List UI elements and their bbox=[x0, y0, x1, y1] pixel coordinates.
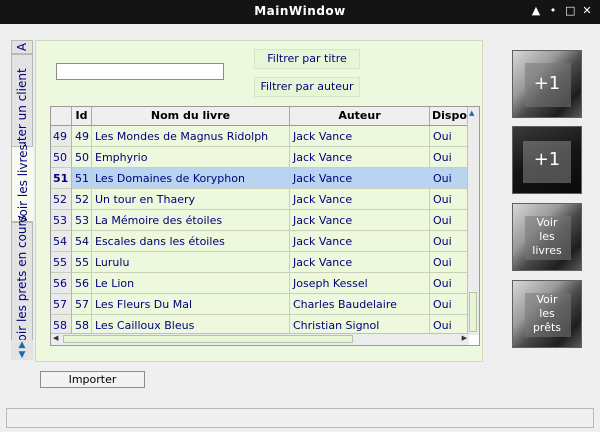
add-book-label: +1 bbox=[533, 73, 561, 94]
row-number[interactable]: 53 bbox=[51, 210, 72, 231]
books-table: Id Nom du livre Auteur Dispon 4949Les Mo… bbox=[50, 106, 480, 346]
tab-scroll-up-icon[interactable]: ▲ bbox=[11, 340, 33, 350]
cell-author[interactable]: Jack Vance bbox=[290, 126, 430, 147]
tab-view-books-label: Voir les livres bbox=[15, 144, 30, 224]
cell-id[interactable]: 57 bbox=[72, 294, 92, 315]
cell-availability[interactable]: Oui bbox=[430, 210, 469, 231]
cell-id[interactable]: 54 bbox=[72, 231, 92, 252]
cell-author[interactable]: Jack Vance bbox=[290, 147, 430, 168]
vertical-scrollbar[interactable]: ▲ bbox=[467, 107, 479, 335]
tab-partial-label: A bbox=[15, 42, 29, 52]
import-button[interactable]: Importer bbox=[40, 371, 145, 388]
row-number[interactable]: 56 bbox=[51, 273, 72, 294]
filter-by-title-button[interactable]: Filtrer par titre bbox=[254, 49, 360, 69]
tab-partial[interactable]: A bbox=[11, 40, 33, 54]
cell-author[interactable]: Charles Baudelaire bbox=[290, 294, 430, 315]
view-books-button[interactable]: Voir les livres bbox=[512, 203, 582, 271]
maximize-icon[interactable]: □ bbox=[565, 4, 575, 18]
books-panel: Filtrer par titre Filtrer par auteur Id … bbox=[35, 40, 483, 362]
cell-title[interactable]: Emphyrio bbox=[92, 147, 290, 168]
column-header-author[interactable]: Auteur bbox=[290, 107, 430, 125]
add-client-button[interactable]: +1 bbox=[512, 126, 582, 194]
cell-title[interactable]: Un tour en Thaery bbox=[92, 189, 290, 210]
horizontal-scrollbar[interactable]: ◀ ▶ bbox=[51, 333, 469, 345]
cell-author[interactable]: Jack Vance bbox=[290, 252, 430, 273]
table-row[interactable]: 51 51 Les Domaines de Koryphon Jack Vance Ou… bbox=[51, 168, 469, 189]
cell-title[interactable]: Les Fleurs Du Mal bbox=[92, 294, 290, 315]
tab-view-loans[interactable]: Voir les prets en cours bbox=[11, 215, 33, 349]
row-number[interactable]: 54 bbox=[51, 231, 72, 252]
cell-author[interactable]: Jack Vance bbox=[290, 210, 430, 231]
status-bar bbox=[6, 408, 594, 428]
title-bar: MainWindow ▲ • □ ✕ bbox=[0, 0, 600, 24]
row-number[interactable]: 55 bbox=[51, 252, 72, 273]
column-header-id[interactable]: Id bbox=[72, 107, 92, 125]
row-number[interactable]: 49 bbox=[51, 126, 72, 147]
window-title: MainWindow bbox=[254, 4, 346, 18]
cell-title[interactable]: Le Lion bbox=[92, 273, 290, 294]
cell-availability[interactable]: Oui bbox=[430, 294, 469, 315]
cell-availability[interactable]: Oui bbox=[430, 147, 469, 168]
table-row[interactable]: 55 55 Lurulu Jack Vance Oui bbox=[51, 252, 469, 273]
add-client-label: +1 bbox=[533, 149, 561, 170]
vertical-scroll-thumb[interactable] bbox=[469, 292, 477, 332]
cell-title[interactable]: Escales dans les étoiles bbox=[92, 231, 290, 252]
cell-availability[interactable]: Oui bbox=[430, 126, 469, 147]
row-number[interactable]: 50 bbox=[51, 147, 72, 168]
add-book-button[interactable]: +1 bbox=[512, 50, 582, 118]
cell-author[interactable]: Jack Vance bbox=[290, 189, 430, 210]
filter-by-author-button[interactable]: Filtrer par auteur bbox=[254, 77, 360, 97]
cell-id[interactable]: 53 bbox=[72, 210, 92, 231]
scroll-up-icon[interactable]: ▲ bbox=[469, 109, 474, 117]
view-loans-button[interactable]: Voir les prêts bbox=[512, 280, 582, 348]
vertical-tab-bar: A Ajouter un client Voir les livres Voir… bbox=[11, 40, 35, 360]
minimize-icon[interactable]: • bbox=[548, 4, 558, 18]
cell-author[interactable]: Joseph Kessel bbox=[290, 273, 430, 294]
table-row[interactable]: 54 54 Escales dans les étoiles Jack Vance Ou… bbox=[51, 231, 469, 252]
window-controls: ▲ • □ ✕ bbox=[531, 4, 592, 18]
scroll-left-icon[interactable]: ◀ bbox=[53, 334, 58, 342]
table-row[interactable]: 49 49 Les Mondes de Magnus Ridolph Jack Van… bbox=[51, 126, 469, 147]
cell-author[interactable]: Jack Vance bbox=[290, 168, 430, 189]
tab-view-loans-label: Voir les prets en cours bbox=[15, 215, 29, 349]
table-header: Id Nom du livre Auteur Dispon bbox=[51, 107, 469, 126]
tab-view-books[interactable]: Voir les livres bbox=[11, 144, 33, 224]
cell-availability[interactable]: Oui bbox=[430, 252, 469, 273]
view-books-label: Voir les livres bbox=[532, 216, 562, 257]
row-number[interactable]: 57 bbox=[51, 294, 72, 315]
cell-title[interactable]: Les Mondes de Magnus Ridolph bbox=[92, 126, 290, 147]
main-window: MainWindow ▲ • □ ✕ A Ajouter un client V… bbox=[0, 0, 600, 432]
column-header-title[interactable]: Nom du livre bbox=[92, 107, 290, 125]
cell-id[interactable]: 50 bbox=[72, 147, 92, 168]
row-number[interactable]: 52 bbox=[51, 189, 72, 210]
cell-author[interactable]: Jack Vance bbox=[290, 231, 430, 252]
cell-availability[interactable]: Oui bbox=[430, 168, 469, 189]
table-row[interactable]: 57 57 Les Fleurs Du Mal Charles Baudelaire O… bbox=[51, 294, 469, 315]
cell-id[interactable]: 51 bbox=[72, 168, 92, 189]
table-row[interactable]: 52 52 Un tour en Thaery Jack Vance Oui bbox=[51, 189, 469, 210]
tab-scroll-down-icon[interactable]: ▼ bbox=[11, 350, 33, 360]
stay-on-top-icon[interactable]: ▲ bbox=[531, 4, 541, 18]
cell-availability[interactable]: Oui bbox=[430, 189, 469, 210]
table-row[interactable]: 50 50 Emphyrio Jack Vance Oui bbox=[51, 147, 469, 168]
row-number-header bbox=[51, 107, 72, 125]
cell-id[interactable]: 55 bbox=[72, 252, 92, 273]
scroll-right-icon[interactable]: ▶ bbox=[462, 334, 467, 342]
cell-availability[interactable]: Oui bbox=[430, 273, 469, 294]
cell-id[interactable]: 49 bbox=[72, 126, 92, 147]
search-input[interactable] bbox=[56, 63, 224, 80]
cell-availability[interactable]: Oui bbox=[430, 231, 469, 252]
horizontal-scroll-thumb[interactable] bbox=[63, 335, 353, 343]
cell-title[interactable]: Les Domaines de Koryphon bbox=[92, 168, 290, 189]
cell-title[interactable]: La Mémoire des étoiles bbox=[92, 210, 290, 231]
close-icon[interactable]: ✕ bbox=[582, 4, 592, 18]
cell-title[interactable]: Lurulu bbox=[92, 252, 290, 273]
row-number[interactable]: 51 bbox=[51, 168, 72, 189]
cell-id[interactable]: 56 bbox=[72, 273, 92, 294]
column-header-availability[interactable]: Dispon bbox=[430, 107, 469, 125]
table-row[interactable]: 53 53 La Mémoire des étoiles Jack Vance Oui bbox=[51, 210, 469, 231]
table-row[interactable]: 56 56 Le Lion Joseph Kessel Oui bbox=[51, 273, 469, 294]
view-loans-label: Voir les prêts bbox=[532, 293, 562, 334]
cell-id[interactable]: 52 bbox=[72, 189, 92, 210]
